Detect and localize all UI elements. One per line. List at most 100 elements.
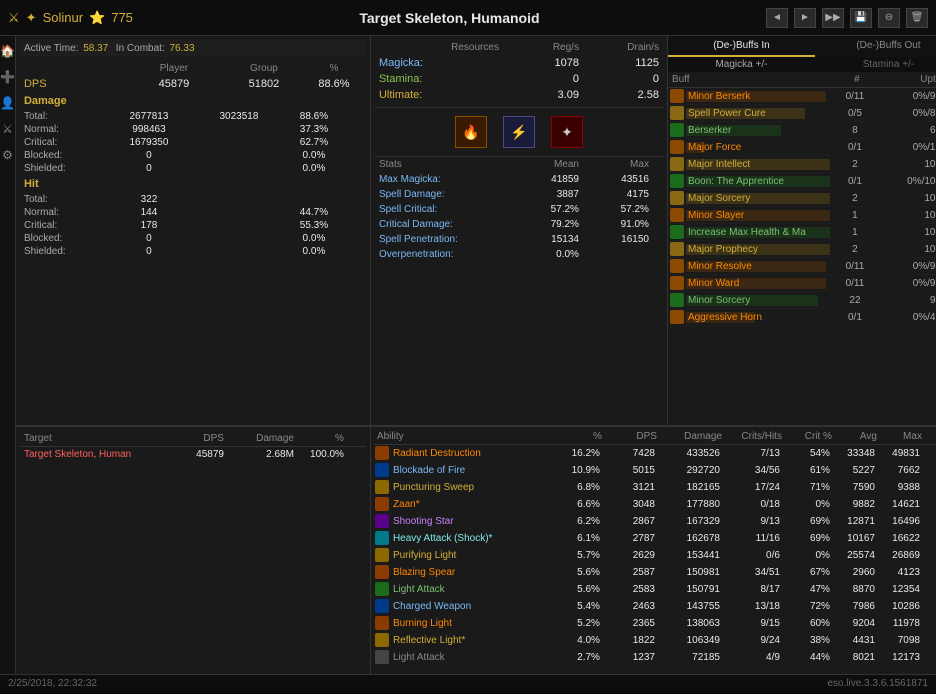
subtab-stamina[interactable]: Stamina +/- xyxy=(815,57,936,72)
nav-prev[interactable]: ◄ xyxy=(766,8,788,28)
header-right: ◄ ► ▶▶ 💾 ⊖ 🗑 xyxy=(766,8,928,28)
buff-count: 8 xyxy=(830,125,880,136)
buff-icon xyxy=(670,106,684,120)
nav-export[interactable]: ⊖ xyxy=(878,8,900,28)
sidebar-icon-3[interactable]: 👤 xyxy=(0,96,15,110)
buff-icon xyxy=(670,89,684,103)
col-player: Player xyxy=(124,63,224,74)
ability-icon-indicator xyxy=(375,514,389,528)
ability-pct: 2.7% xyxy=(550,652,600,663)
buff-uptime: 100% xyxy=(880,227,936,238)
ability-max: 9388 xyxy=(875,482,920,493)
buff-name: Major Sorcery xyxy=(686,193,750,204)
spell-col-mean: Mean xyxy=(509,159,579,170)
buff-row: Minor Slayer 1 100% xyxy=(668,207,936,224)
ability-pct: 6.2% xyxy=(550,516,600,527)
buff-row: Minor Ward 0/11 0%/97% xyxy=(668,275,936,292)
nav-fast-forward[interactable]: ▶▶ xyxy=(822,8,844,28)
hit-row: Critical:17855.3% xyxy=(20,219,366,232)
ability-max: 11978 xyxy=(875,618,920,629)
ability-dps: 2583 xyxy=(600,584,655,595)
ability-crit-pct: 69% xyxy=(780,533,830,544)
nav-next[interactable]: ► xyxy=(794,8,816,28)
ability-row: Purifying Light 5.7% 2629 153441 0/6 0% … xyxy=(373,547,936,564)
target-panel: Target DPS Damage % Target Skeleton, Hum… xyxy=(16,427,371,674)
in-combat-label: In Combat: xyxy=(116,43,165,54)
ability-damage: 162678 xyxy=(655,533,720,544)
ability-icon-indicator xyxy=(375,480,389,494)
ab-col-max: Max xyxy=(877,431,922,442)
damage-row: Normal:99846337.3% xyxy=(20,123,366,136)
ability-max: 49831 xyxy=(875,448,920,459)
ab-col-crit-pct: Crit % xyxy=(782,431,832,442)
ability-damage: 292720 xyxy=(655,465,720,476)
ab-col-avg: Avg xyxy=(832,431,877,442)
buffs-table-header: Buff # Uptime xyxy=(668,72,936,88)
target-col-damage: Damage xyxy=(224,433,294,444)
ability-header: Ability % DPS Damage Crits/Hits Crit % A… xyxy=(373,429,936,445)
sidebar-icon-4[interactable]: ⚔ xyxy=(2,122,13,136)
buff-icon xyxy=(670,225,684,239)
cp-icon: ⭐ xyxy=(89,10,105,26)
buff-count: 2 xyxy=(830,159,880,170)
ab-col-dps: DPS xyxy=(602,431,657,442)
ability-icon-indicator xyxy=(375,565,389,579)
ability-damage: 143755 xyxy=(655,601,720,612)
buff-name: Spell Power Cure xyxy=(686,108,766,119)
spell-stats-header: Stats Mean Max xyxy=(375,157,663,172)
ability-crits: 11/16 xyxy=(720,533,780,544)
buff-row: Berserker 8 66% xyxy=(668,122,936,139)
ability-avg: 7986 xyxy=(830,601,875,612)
subtab-magicka[interactable]: Magicka +/- xyxy=(668,57,815,72)
ability-damage: 153441 xyxy=(655,550,720,561)
buff-icon xyxy=(670,208,684,222)
sidebar-icon-2[interactable]: ➕ xyxy=(0,70,15,84)
nav-delete[interactable]: 🗑 xyxy=(906,8,928,28)
ability-icon-3[interactable]: ✦ xyxy=(551,116,583,148)
ability-damage: 177880 xyxy=(655,499,720,510)
ability-crits: 13/18 xyxy=(720,601,780,612)
ability-crits: 9/13 xyxy=(720,516,780,527)
ability-icon-2[interactable]: ⚡ xyxy=(503,116,535,148)
buff-row: Minor Resolve 0/11 0%/97% xyxy=(668,258,936,275)
dps-row: DPS 45879 51802 88.6% xyxy=(20,76,366,92)
ability-crit-pct: 67% xyxy=(780,567,830,578)
sidebar-icon-5[interactable]: ⚙ xyxy=(2,148,13,162)
star-icon: ✦ xyxy=(26,10,37,26)
tab-debuffs-in[interactable]: (De-)Buffs In xyxy=(668,36,815,57)
ability-dps: 2587 xyxy=(600,567,655,578)
hit-row: Total:322 xyxy=(20,193,366,206)
nav-save[interactable]: 💾 xyxy=(850,8,872,28)
ability-name: Shooting Star xyxy=(391,516,550,527)
dps-label: DPS xyxy=(24,78,124,90)
spell-stat-row: Max Magicka:4185943516 xyxy=(375,172,663,187)
ability-name: Blockade of Fire xyxy=(391,465,550,476)
buff-uptime: 100% xyxy=(880,193,936,204)
buffs-tabs: (De-)Buffs In (De-)Buffs Out xyxy=(668,36,936,57)
tab-debuffs-out[interactable]: (De-)Buffs Out xyxy=(815,36,936,57)
ability-damage: 150791 xyxy=(655,584,720,595)
sidebar-icon-1[interactable]: 🏠 xyxy=(0,44,15,58)
buff-uptime: 0%/97% xyxy=(880,261,936,272)
ability-dps: 2463 xyxy=(600,601,655,612)
ability-icon-1[interactable]: 🔥 xyxy=(455,116,487,148)
buff-row: Major Force 0/1 0%/13% xyxy=(668,139,936,156)
in-combat-value: 76.33 xyxy=(170,43,195,54)
buff-icon xyxy=(670,174,684,188)
ability-avg: 9882 xyxy=(830,499,875,510)
player-name: Solinur xyxy=(43,10,83,25)
ability-dps: 7428 xyxy=(600,448,655,459)
ability-dps: 5015 xyxy=(600,465,655,476)
buff-uptime: 100% xyxy=(880,159,936,170)
resource-row: Ultimate:3.092.58 xyxy=(375,87,663,103)
stats-panel: Active Time: 58.37 In Combat: 76.33 Play… xyxy=(16,36,371,425)
ability-icon-indicator xyxy=(375,633,389,647)
buff-icon xyxy=(670,140,684,154)
buff-name: Minor Resolve xyxy=(686,261,752,272)
ability-avg: 2960 xyxy=(830,567,875,578)
buff-row: Spell Power Cure 0/5 0%/83% xyxy=(668,105,936,122)
buff-row: Major Intellect 2 100% xyxy=(668,156,936,173)
ability-icon-indicator xyxy=(375,497,389,511)
buff-row: Aggressive Horn 0/1 0%/48% xyxy=(668,309,936,326)
ability-row: Shooting Star 6.2% 2867 167329 9/13 69% … xyxy=(373,513,936,530)
